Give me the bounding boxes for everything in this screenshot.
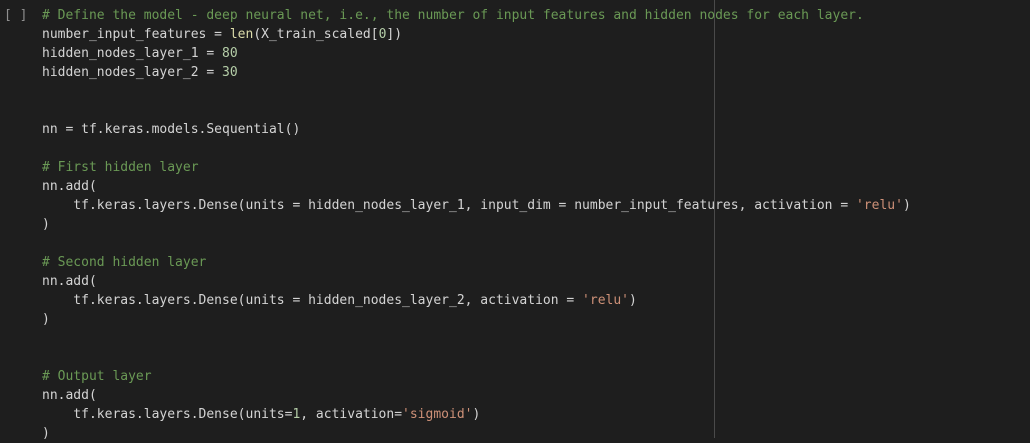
code-line[interactable]: # Define the model - deep neural net, i.…: [42, 6, 911, 25]
code-line[interactable]: ): [42, 215, 911, 234]
code-token-string: 'relu': [855, 198, 903, 213]
code-line[interactable]: nn.add(: [42, 386, 911, 405]
code-token-default: hidden_nodes_layer_2 =: [42, 65, 223, 80]
code-token-default: hidden_nodes_layer_1 =: [42, 46, 223, 61]
code-token-default: , activation=: [300, 407, 403, 422]
code-line[interactable]: number_input_features = len(X_train_scal…: [42, 25, 911, 44]
code-token-comment: # Define the model - deep neural net, i.…: [42, 8, 864, 23]
code-token-default: ): [472, 407, 481, 422]
code-token-default: nn.add(: [42, 179, 97, 194]
code-token-comment: # First hidden layer: [42, 160, 199, 175]
code-line[interactable]: ): [42, 310, 911, 329]
code-token-default: ]): [386, 27, 403, 42]
code-token-default: tf.keras.layers.Dense(units=: [42, 407, 293, 422]
code-line[interactable]: ​: [42, 101, 911, 120]
code-token-default: number_input_features =: [42, 27, 230, 42]
code-token-default: ): [902, 198, 911, 213]
code-line[interactable]: hidden_nodes_layer_2 = 30: [42, 63, 911, 82]
code-token-default: ): [629, 293, 637, 308]
code-token-default: nn.add(: [42, 274, 97, 289]
code-line[interactable]: ​: [42, 82, 911, 101]
code-token-string: 'relu': [582, 293, 630, 308]
code-line[interactable]: # Second hidden layer: [42, 253, 911, 272]
code-token-string: 'sigmoid': [402, 407, 473, 422]
code-line[interactable]: ​: [42, 329, 911, 348]
code-token-default: ): [42, 312, 50, 327]
code-token-comment: # Second hidden layer: [42, 255, 207, 270]
code-cell[interactable]: [ ] # Define the model - deep neural net…: [0, 0, 1030, 441]
code-line[interactable]: ): [42, 424, 911, 443]
code-token-comment: # Output layer: [42, 369, 152, 384]
code-line[interactable]: tf.keras.layers.Dense(units = hidden_nod…: [42, 291, 911, 310]
code-line[interactable]: nn.add(: [42, 177, 911, 196]
code-line[interactable]: # First hidden layer: [42, 158, 911, 177]
code-token-default: tf.keras.layers.Dense(units = hidden_nod…: [42, 198, 856, 213]
code-line[interactable]: tf.keras.layers.Dense(units = hidden_nod…: [42, 196, 911, 215]
code-token-number: 80: [222, 46, 238, 61]
code-token-builtin: len: [229, 27, 254, 42]
code-line[interactable]: ​: [42, 139, 911, 158]
code-line[interactable]: ​: [42, 348, 911, 367]
code-line[interactable]: tf.keras.layers.Dense(units=1, activatio…: [42, 405, 911, 424]
code-token-number: 30: [222, 65, 238, 80]
code-token-default: tf.keras.layers.Dense(units = hidden_nod…: [42, 293, 583, 308]
code-token-default: ): [42, 217, 50, 232]
code-editor[interactable]: # Define the model - deep neural net, i.…: [42, 6, 911, 443]
code-token-default: nn.add(: [42, 388, 97, 403]
code-token-default: ): [42, 426, 50, 441]
code-token-default: (X_train_scaled[: [253, 27, 379, 42]
code-line[interactable]: nn = tf.keras.models.Sequential(): [42, 120, 911, 139]
code-line[interactable]: hidden_nodes_layer_1 = 80: [42, 44, 911, 63]
code-line[interactable]: # Output layer: [42, 367, 911, 386]
run-cell-button[interactable]: [ ]: [4, 6, 30, 25]
code-line[interactable]: ​: [42, 234, 911, 253]
code-token-default: nn = tf.keras.models.Sequential(): [42, 122, 301, 137]
code-line[interactable]: nn.add(: [42, 272, 911, 291]
